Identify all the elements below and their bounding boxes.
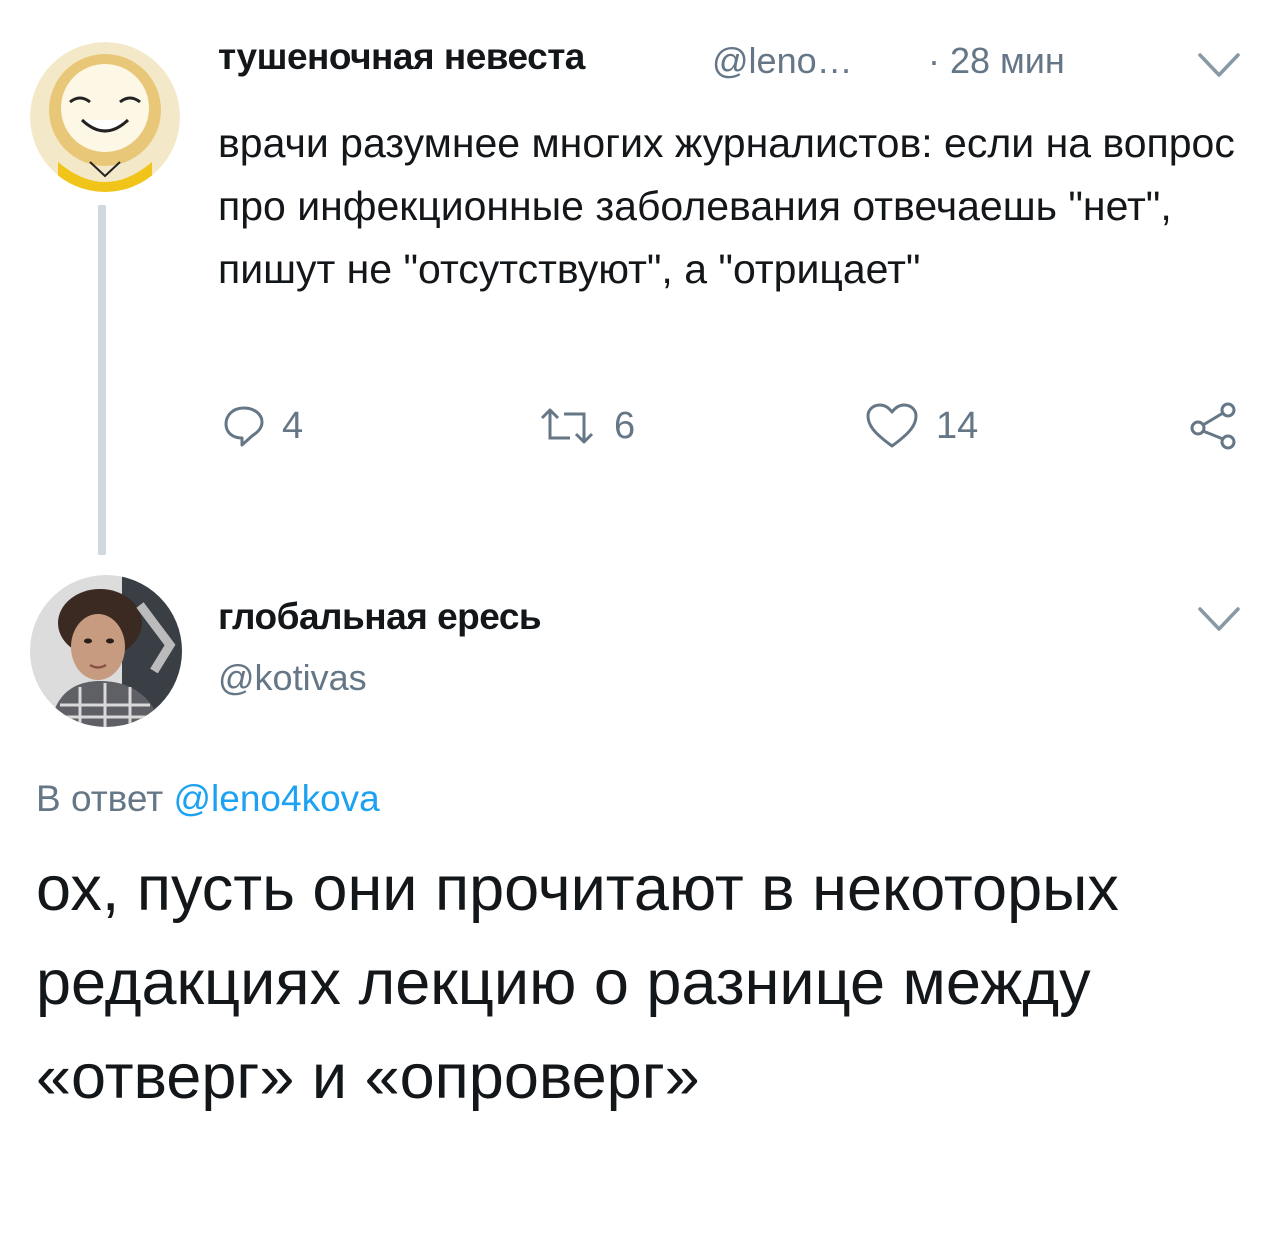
- retweet-count: 6: [614, 404, 636, 447]
- tweet-menu-button[interactable]: [1196, 50, 1242, 80]
- avatar[interactable]: [30, 42, 180, 192]
- reply-count: 4: [282, 404, 304, 447]
- retweet-icon: [540, 408, 594, 444]
- tweet-original: тушеночная невеста @leno… · 28 мин врачи…: [0, 0, 1280, 560]
- retweet-button[interactable]: 6: [536, 398, 635, 454]
- cartoon-face-avatar-icon: [30, 42, 180, 192]
- tweet-text: ох, пусть они прочитают в некоторых реда…: [36, 854, 1119, 1112]
- reply-icon: [224, 406, 264, 447]
- share-button[interactable]: [1186, 398, 1258, 454]
- display-name[interactable]: глобальная ересь: [218, 596, 542, 638]
- share-icon: [1190, 402, 1236, 450]
- like-count: 14: [936, 404, 979, 447]
- user-handle[interactable]: @kotivas: [218, 657, 367, 699]
- tweet-text: врачи разумнее многих журналистов: если …: [218, 120, 1235, 292]
- display-name[interactable]: тушеночная невеста: [218, 36, 585, 78]
- reply-button[interactable]: 4: [222, 398, 303, 454]
- thread-connector-line: [98, 205, 106, 555]
- reply-mention-link[interactable]: @leno4kova: [174, 778, 380, 819]
- reply-context: В ответ @leno4kova: [36, 778, 380, 820]
- chevron-down-icon: [1198, 607, 1240, 631]
- photo-avatar-icon: [30, 575, 182, 727]
- user-handle[interactable]: @leno…: [712, 40, 853, 82]
- heart-icon: [866, 403, 918, 448]
- like-button[interactable]: 14: [864, 398, 978, 454]
- reply-prefix: В ответ: [36, 778, 174, 819]
- timestamp[interactable]: · 28 мин: [928, 40, 1065, 82]
- tweet-menu-button[interactable]: [1196, 604, 1242, 634]
- avatar[interactable]: [30, 575, 182, 727]
- chevron-down-icon: [1198, 53, 1240, 77]
